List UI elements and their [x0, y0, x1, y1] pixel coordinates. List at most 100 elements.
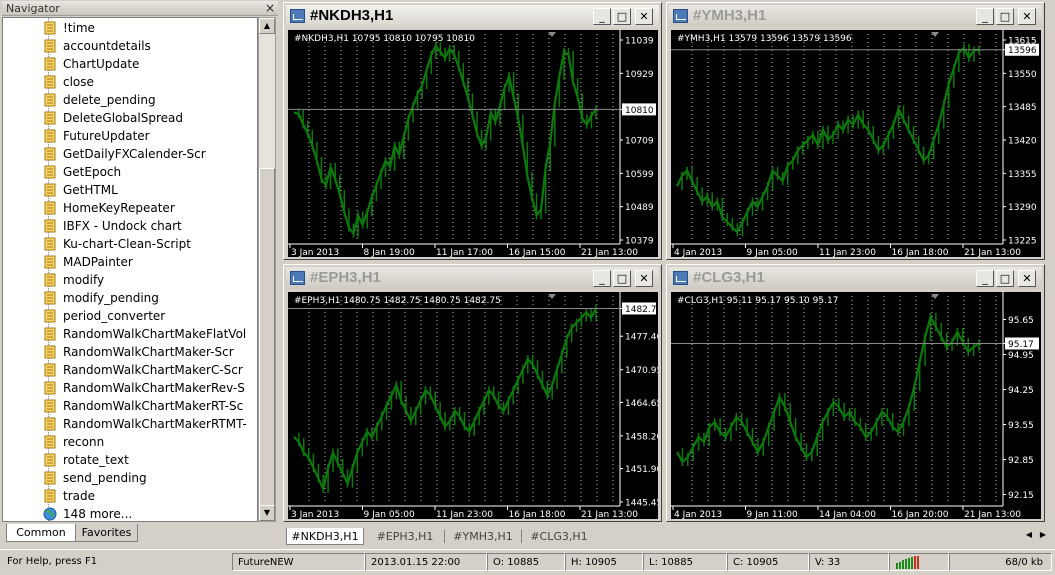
- navigator-item[interactable]: 148 more...: [43, 505, 132, 521]
- navigator-item[interactable]: RandomWalkChartMakerRev-S: [43, 379, 245, 397]
- tab-ymh3[interactable]: #YMH3,H1: [445, 528, 521, 545]
- tab-common[interactable]: Common: [6, 524, 76, 542]
- time-label: 9 Jan 05:00: [747, 248, 799, 257]
- chart-titlebar[interactable]: #YMH3,H1 _ □ ✕: [669, 5, 1042, 27]
- price-label: 10599: [625, 170, 654, 180]
- chart-tabs-bar: #NKDH3,H1 #EPH3,H1 #YMH3,H1 #CLG3,H1 ◀ ▶: [284, 527, 1052, 547]
- navigator-item[interactable]: send_pending: [43, 469, 147, 487]
- navigator-item[interactable]: modify: [43, 271, 104, 289]
- current-price-label: 1482.75: [625, 305, 658, 315]
- navigator-item[interactable]: RandomWalkChartMakerRTMT-: [43, 415, 247, 433]
- script-icon: [43, 273, 57, 287]
- close-button[interactable]: ✕: [635, 270, 653, 287]
- price-label: 13355: [1008, 170, 1037, 180]
- scroll-down-icon[interactable]: ▼: [259, 505, 275, 521]
- chart-titlebar[interactable]: #NKDH3,H1 _ □ ✕: [286, 5, 659, 27]
- minimize-button[interactable]: _: [976, 270, 994, 287]
- restore-button[interactable]: □: [613, 270, 631, 287]
- status-volume: V: 33: [809, 553, 889, 571]
- scroll-up-icon[interactable]: ▲: [259, 18, 275, 34]
- navigator-item[interactable]: period_converter: [43, 307, 165, 325]
- navigator-item[interactable]: close: [43, 73, 94, 91]
- tabs-scroll-left-icon[interactable]: ◀: [1026, 530, 1032, 539]
- navigator-item[interactable]: trade: [43, 487, 95, 505]
- price-chart-svg: 11039 10929 10810 10709 10599 10489 10379 3 Jan…: [288, 30, 656, 257]
- tab-nkdh3[interactable]: #NKDH3,H1: [286, 528, 364, 545]
- navigator-item[interactable]: RandomWalkChartMakeFlatVol: [43, 325, 246, 343]
- price-label: 13550: [1008, 70, 1037, 80]
- navigator-item[interactable]: delete_pending: [43, 91, 156, 109]
- price-chart[interactable]: 13615 13596 13550 13485 13420 13355 13290 13225…: [671, 30, 1041, 257]
- scroll-thumb[interactable]: [259, 168, 275, 508]
- price-chart[interactable]: 11039 10929 10810 10709 10599 10489 10379 3 Jan…: [288, 30, 658, 257]
- chart-window-ymh3[interactable]: #YMH3,H1 _ □ ✕ 13615 13596 13550 13485 13420…: [666, 2, 1045, 260]
- status-open: O: 10885: [487, 553, 565, 571]
- navigator-item-label: RandomWalkChartMakerC-Scr: [63, 363, 243, 377]
- script-icon: [43, 345, 57, 359]
- navigator-item[interactable]: FutureUpdater: [43, 127, 150, 145]
- navigator-item[interactable]: RandomWalkChartMaker-Scr: [43, 343, 234, 361]
- chart-titlebar[interactable]: #CLG3,H1 _ □ ✕: [669, 267, 1042, 289]
- navigator-item-label: RandomWalkChartMakeFlatVol: [63, 327, 247, 341]
- navigator-item[interactable]: GetEpoch: [43, 163, 121, 181]
- close-button[interactable]: ✕: [1018, 8, 1036, 25]
- navigator-item-label: period_converter: [63, 309, 166, 323]
- chart-window-clg3[interactable]: #CLG3,H1 _ □ ✕ 95.65 95.17 94.95 94.25 93.55…: [666, 264, 1045, 522]
- price-series: [676, 314, 980, 464]
- navigator-item[interactable]: Ku-chart-Clean-Script: [43, 235, 191, 253]
- price-chart[interactable]: 95.65 95.17 94.95 94.25 93.55 92.85 92.15 4 Jan…: [671, 292, 1041, 519]
- navigator-item[interactable]: GetHTML: [43, 181, 118, 199]
- restore-button[interactable]: □: [996, 8, 1014, 25]
- script-icon: [43, 111, 57, 125]
- navigator-item[interactable]: DeleteGlobalSpread: [43, 109, 183, 127]
- restore-button[interactable]: □: [996, 270, 1014, 287]
- script-icon: [43, 201, 57, 215]
- navigator-item[interactable]: HomeKeyRepeater: [43, 199, 175, 217]
- script-icon: [43, 93, 57, 107]
- tab-favorites[interactable]: Favorites: [76, 524, 138, 542]
- chart-window-icon: [290, 271, 305, 285]
- restore-button[interactable]: □: [613, 8, 631, 25]
- navigator-item[interactable]: IBFX - Undock chart: [43, 217, 182, 235]
- close-button[interactable]: ✕: [635, 8, 653, 25]
- navigator-item[interactable]: MADPainter: [43, 253, 133, 271]
- price-chart-svg: 1361513596135501348513420133551329013225…: [671, 30, 1039, 257]
- navigator-item-label: DeleteGlobalSpread: [63, 111, 183, 125]
- navigator-item[interactable]: !time: [43, 19, 95, 37]
- script-icon: [43, 57, 57, 71]
- navigator-item[interactable]: reconn: [43, 433, 104, 451]
- tab-eph3[interactable]: #EPH3,H1: [366, 528, 444, 545]
- close-button[interactable]: ✕: [1018, 270, 1036, 287]
- tabs-scroll-right-icon[interactable]: ▶: [1040, 530, 1046, 539]
- navigator-item-label: trade: [63, 489, 95, 503]
- status-close: C: 10905: [727, 553, 809, 571]
- navigator-item-label: GetEpoch: [63, 165, 122, 179]
- price-label: 93.55: [1008, 421, 1034, 431]
- chart-window-nkdh3[interactable]: #NKDH3,H1 _ □ ✕ 11039 10929 10810 10709 1059…: [283, 2, 662, 260]
- navigator-item[interactable]: GetDailyFXCalender-Scr: [43, 145, 206, 163]
- navigator-item-label: modify: [63, 273, 105, 287]
- navigator-item[interactable]: RandomWalkChartMakerC-Scr: [43, 361, 243, 379]
- price-label: 13225: [1008, 237, 1037, 247]
- connection-bars-svg: [896, 556, 919, 569]
- navigator-item[interactable]: RandomWalkChartMakerRT-Sc: [43, 397, 243, 415]
- minimize-button[interactable]: _: [976, 8, 994, 25]
- navigator-item[interactable]: modify_pending: [43, 289, 159, 307]
- navigator-item-label: IBFX - Undock chart: [63, 219, 182, 233]
- navigator-scrollbar[interactable]: ▲ ▼: [258, 17, 276, 522]
- navigator-item-label: delete_pending: [63, 93, 156, 107]
- status-help: For Help, press F1: [7, 556, 98, 567]
- minimize-button[interactable]: _: [593, 8, 611, 25]
- tab-clg3[interactable]: #CLG3,H1: [522, 528, 596, 545]
- navigator-item[interactable]: accountdetails: [43, 37, 151, 55]
- navigator-close-icon[interactable]: ×: [265, 1, 275, 16]
- current-price-label: 10810: [625, 106, 654, 116]
- navigator-item[interactable]: ChartUpdate: [43, 55, 139, 73]
- chart-window-eph3[interactable]: #EPH3,H1 _ □ ✕ 1482.75 1477.40 1470.95 1464…: [283, 264, 662, 522]
- chart-titlebar[interactable]: #EPH3,H1 _ □ ✕: [286, 267, 659, 289]
- price-label: 1464.65: [625, 399, 658, 409]
- navigator-item-label: RandomWalkChartMakerRT-Sc: [63, 399, 244, 413]
- price-chart[interactable]: 1482.75 1477.40 1470.95 1464.65 1458.20 1451.…: [288, 292, 658, 519]
- navigator-item[interactable]: rotate_text: [43, 451, 129, 469]
- minimize-button[interactable]: _: [593, 270, 611, 287]
